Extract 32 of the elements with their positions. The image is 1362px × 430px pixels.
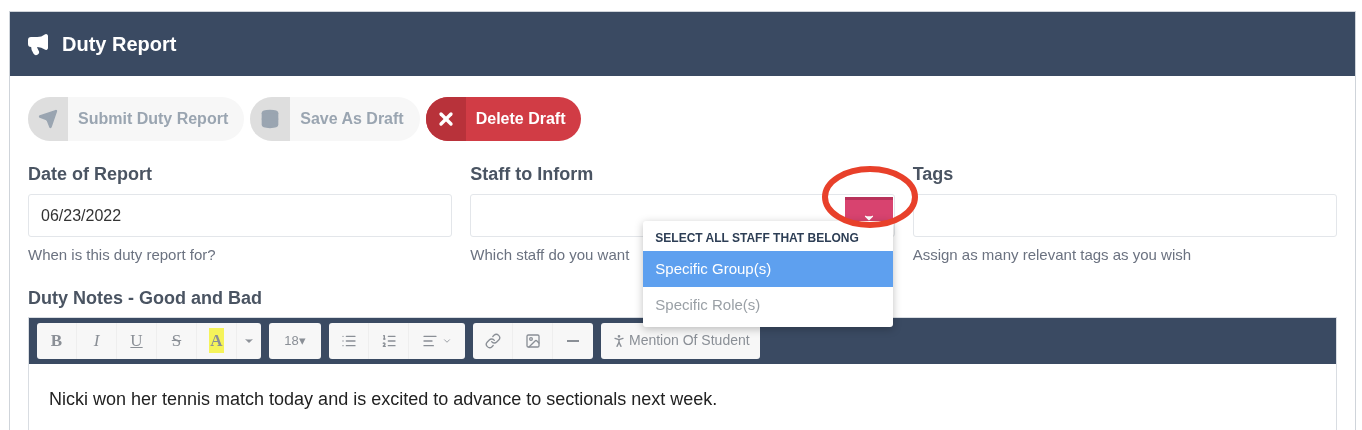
megaphone-icon: [26, 32, 50, 56]
numbered-list-icon: [380, 332, 397, 349]
image-icon: [524, 332, 541, 349]
font-size-button[interactable]: 18▾: [269, 322, 321, 359]
italic-button[interactable]: I: [77, 322, 117, 359]
field-label: Duty Notes - Good and Bad: [28, 286, 262, 309]
submit-button[interactable]: Submit Duty Report: [28, 97, 245, 141]
bold-button[interactable]: B: [37, 322, 77, 359]
database-icon: [260, 109, 281, 129]
delete-draft-button[interactable]: Delete Draft: [425, 97, 582, 141]
person-icon: [611, 332, 627, 349]
mention-button[interactable]: Mention Of Student: [601, 322, 760, 359]
menu-item[interactable]: Specific Group(s): [643, 251, 894, 287]
page-title: Duty Report: [62, 32, 177, 57]
save-draft-button[interactable]: Save As Draft: [250, 97, 420, 141]
menu-header: SELECT ALL STAFF THAT BELONG: [654, 230, 860, 247]
underline-button[interactable]: U: [117, 322, 157, 359]
editor-text: Nicki won her tennis match today and is excited to advance to sectionals next week.: [48, 387, 719, 411]
field-hint: Which staff do you want: [470, 245, 631, 265]
input-field[interactable]: 06/23/2022: [28, 194, 453, 237]
horizontal-rule-icon: [567, 339, 579, 342]
menu-item[interactable]: Specific Role(s): [643, 287, 894, 323]
field-hint: Assign as many relevant tags as you wish: [912, 245, 1193, 265]
field-label: Staff to Inform: [470, 163, 595, 185]
input-field[interactable]: [912, 194, 1337, 237]
field-label: Date of Report: [28, 163, 153, 185]
link-icon: [484, 332, 501, 349]
field-hint: When is this duty report for?: [28, 245, 217, 265]
strikethrough-button[interactable]: S: [157, 322, 197, 359]
field-label: Tags: [912, 163, 955, 185]
paper-plane-icon: [38, 109, 58, 129]
highlight-button[interactable]: A: [197, 322, 237, 359]
